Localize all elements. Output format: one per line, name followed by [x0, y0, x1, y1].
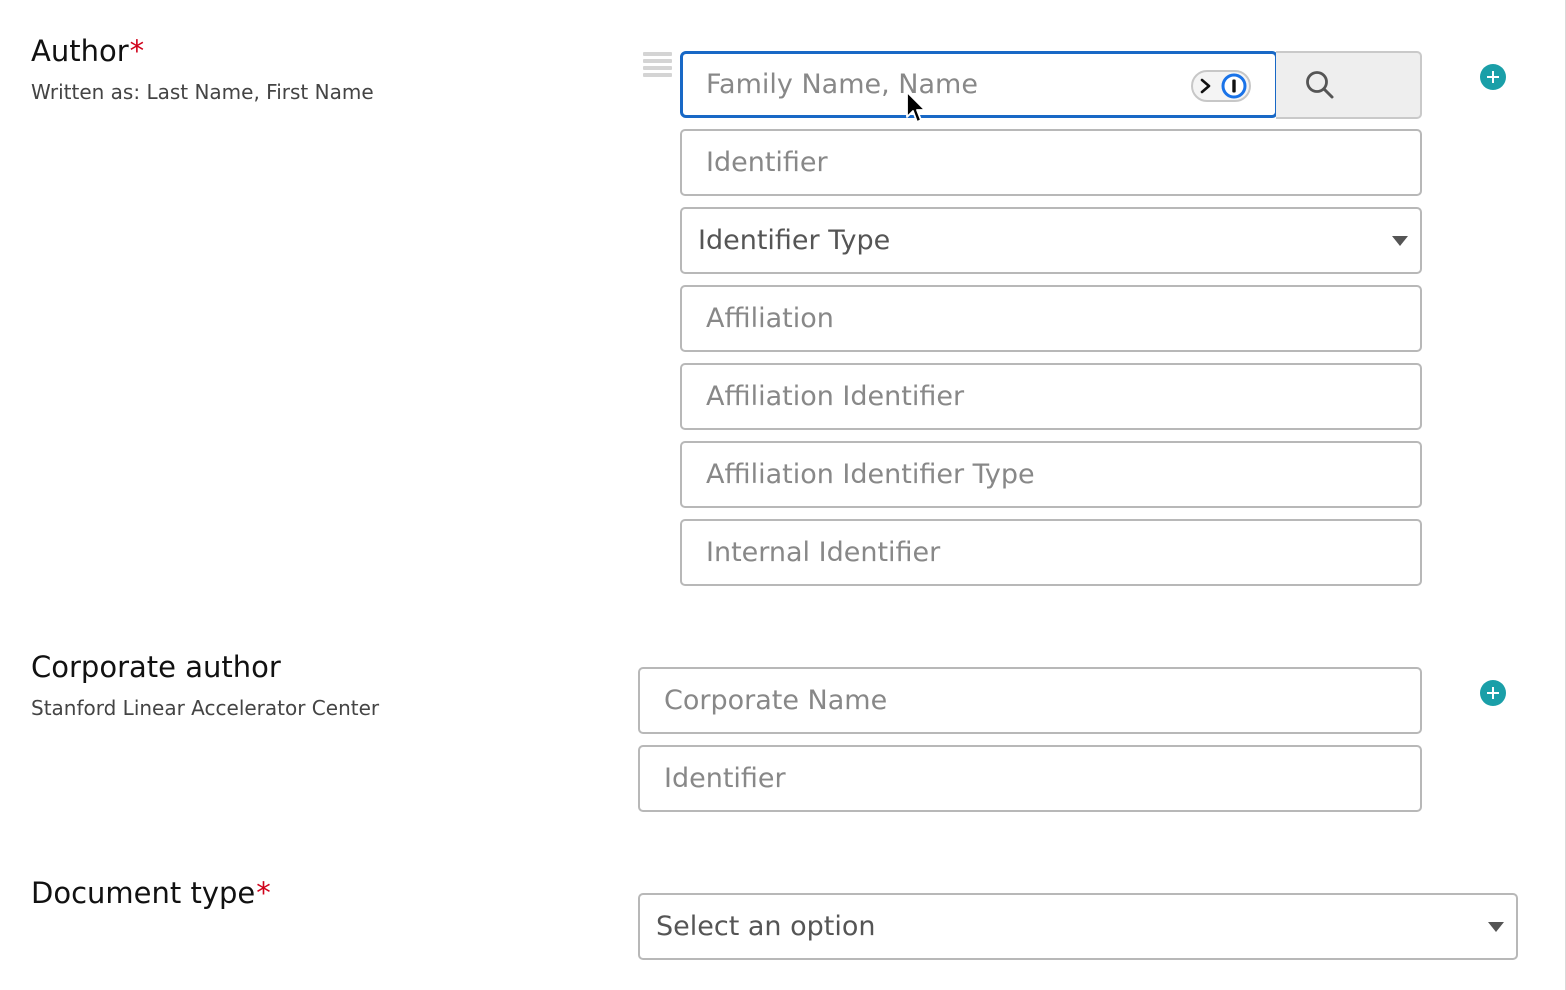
author-required-mark: * [129, 34, 145, 68]
author-affiliation-placeholder: Affiliation [706, 303, 834, 334]
document-type-required-mark: * [256, 876, 271, 910]
author-affiliation-identifier-type-input[interactable]: Affiliation Identifier Type [680, 441, 1422, 508]
author-internal-identifier-placeholder: Internal Identifier [706, 537, 941, 568]
author-name-input[interactable]: Family Name, Name [680, 51, 1278, 118]
caret-down-icon [1488, 921, 1504, 932]
corporate-name-placeholder: Corporate Name [664, 685, 888, 716]
plus-circle-icon [1487, 71, 1499, 83]
author-affiliation-identifier-type-placeholder: Affiliation Identifier Type [706, 459, 1035, 490]
drag-handle-icon[interactable] [643, 52, 672, 77]
deposit-form: Author* Written as: Last Name, First Nam… [0, 0, 1566, 990]
caret-down-icon [1392, 235, 1408, 246]
search-icon [1306, 71, 1334, 99]
document-type-select[interactable]: Select an option [638, 893, 1518, 960]
author-identifier-type-select[interactable]: Identifier Type [680, 207, 1422, 274]
document-type-label: Document type* [31, 876, 271, 910]
corporate-author-hint: Stanford Linear Accelerator Center [31, 696, 380, 720]
author-hint: Written as: Last Name, First Name [31, 80, 374, 104]
plus-circle-icon [1487, 687, 1499, 699]
author-identifier-type-value: Identifier Type [698, 225, 891, 256]
chevron-right-icon [1200, 78, 1211, 94]
password-manager-icon[interactable] [1191, 70, 1251, 102]
corporate-author-add-button[interactable] [1480, 680, 1506, 706]
author-label-text: Author [31, 34, 129, 68]
corporate-identifier-input[interactable]: Identifier [638, 745, 1422, 812]
author-internal-identifier-input[interactable]: Internal Identifier [680, 519, 1422, 586]
author-identifier-input[interactable]: Identifier [680, 129, 1422, 196]
document-type-label-text: Document type [31, 876, 256, 910]
author-add-button[interactable] [1480, 64, 1506, 90]
author-identifier-placeholder: Identifier [706, 147, 828, 178]
corporate-identifier-placeholder: Identifier [664, 763, 786, 794]
author-affiliation-input[interactable]: Affiliation [680, 285, 1422, 352]
author-label: Author* [31, 34, 144, 68]
document-type-select-value: Select an option [656, 911, 876, 942]
corporate-name-input[interactable]: Corporate Name [638, 667, 1422, 734]
password-manager-logo-icon [1221, 73, 1247, 99]
author-search-button[interactable] [1276, 51, 1422, 119]
author-affiliation-identifier-placeholder: Affiliation Identifier [706, 381, 965, 412]
author-affiliation-identifier-input[interactable]: Affiliation Identifier [680, 363, 1422, 430]
corporate-author-label: Corporate author [31, 650, 281, 684]
author-name-placeholder: Family Name, Name [706, 69, 978, 100]
